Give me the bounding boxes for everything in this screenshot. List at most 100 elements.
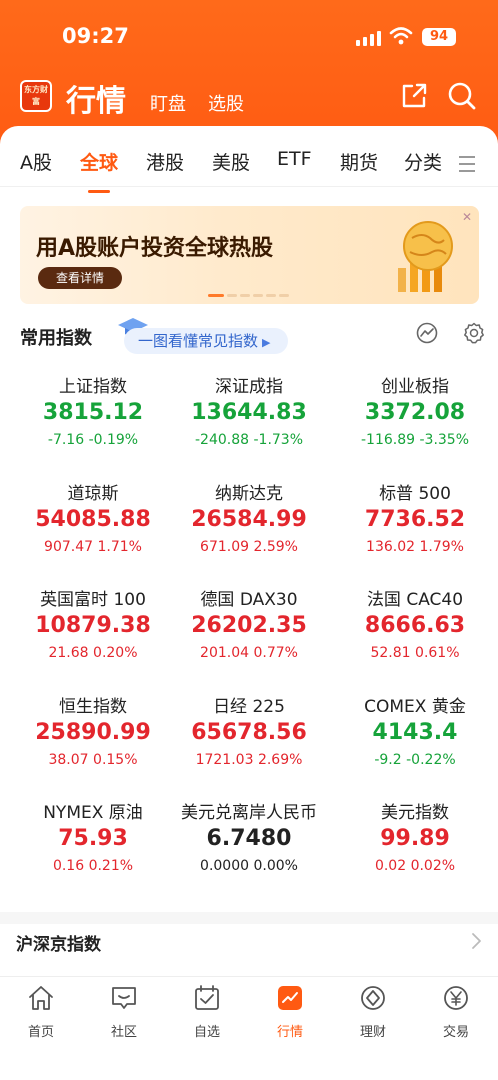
index-card[interactable]: 法国 CAC40 8666.63 52.81 0.61%	[332, 585, 498, 661]
menu-icon[interactable]	[459, 156, 475, 172]
main-panel: A股 全球 港股 美股 ETF 期货 分类 用A股账户投资全球热股 查看详情 ✕…	[0, 126, 498, 976]
tab-global[interactable]: 全球	[80, 148, 118, 175]
index-change-row: -116.89 -3.35%	[332, 432, 498, 448]
section-title-domestic-index[interactable]: 沪深京指数	[16, 930, 101, 955]
index-change-row: -240.88 -1.73%	[166, 432, 332, 448]
index-change-row: 0.02 0.02%	[332, 858, 498, 874]
index-card[interactable]: 创业板指 3372.08 -116.89 -3.35%	[332, 372, 498, 448]
nav-watchlist[interactable]: 自选	[177, 983, 237, 1040]
stock-picker-link[interactable]: 选股	[208, 90, 244, 116]
index-change: 38.07	[48, 751, 89, 768]
nav-trade-label: 交易	[442, 1025, 469, 1040]
index-change-row: 1721.03 2.69%	[166, 752, 332, 768]
bottom-nav: 首页 社区 自选 行情 理财 交易	[0, 976, 498, 1080]
index-change-pct: 0.21%	[88, 858, 134, 874]
index-name: 德国 DAX30	[200, 590, 298, 610]
trend-chart-icon[interactable]	[416, 322, 438, 344]
index-change-pct: 0.02%	[410, 858, 456, 874]
index-change: -7.16	[47, 432, 85, 448]
gear-icon[interactable]	[463, 322, 485, 344]
index-change: 1721.03	[195, 751, 254, 768]
nav-market-label: 行情	[276, 1025, 303, 1040]
index-card[interactable]: NYMEX 原油 75.93 0.16 0.21%	[10, 798, 176, 874]
index-change-pct: 2.69%	[257, 751, 303, 768]
index-change-pct: -0.19%	[88, 432, 139, 448]
index-price: 99.89	[380, 826, 450, 851]
index-card[interactable]: 深证成指 13644.83 -240.88 -1.73%	[166, 372, 332, 448]
globe-icon	[398, 221, 453, 292]
index-name: 上证指数	[59, 377, 127, 397]
market-icon	[278, 986, 302, 1010]
index-name: 标普 500	[379, 483, 451, 504]
nav-trade[interactable]: 交易	[426, 983, 486, 1040]
banner-title: 用A股账户投资全球热股	[36, 236, 274, 261]
status-bar: 09:27 94	[0, 22, 498, 52]
index-name: NYMEX 原油	[43, 803, 143, 823]
index-card[interactable]: 日经 225 65678.56 1721.03 2.69%	[166, 692, 332, 768]
index-price: 25890.99	[35, 719, 151, 745]
index-price: 8666.63	[364, 613, 466, 638]
nav-community[interactable]: 社区	[94, 983, 154, 1040]
nav-home-label: 首页	[27, 1025, 54, 1040]
status-time: 09:27	[62, 24, 129, 48]
tab-a-shares[interactable]: A股	[20, 148, 52, 175]
index-change: 0.02	[374, 858, 407, 874]
index-price: 13644.83	[191, 400, 307, 425]
tab-category[interactable]: 分类	[404, 148, 442, 175]
index-change-row: 38.07 0.15%	[10, 752, 176, 768]
wealth-icon	[361, 986, 385, 1010]
share-icon[interactable]	[398, 80, 430, 112]
watch-link[interactable]: 盯盘	[150, 90, 186, 116]
index-price: 65678.56	[191, 719, 307, 745]
index-change: 0.16	[52, 858, 85, 874]
index-card[interactable]: 恒生指数 25890.99 38.07 0.15%	[10, 692, 176, 768]
page-title: 行情	[66, 84, 126, 119]
index-change-pct: -0.22%	[406, 751, 456, 768]
index-price: 75.93	[58, 826, 128, 851]
battery-indicator: 94	[422, 28, 456, 46]
nav-wealth[interactable]: 理财	[343, 983, 403, 1040]
index-card[interactable]: 上证指数 3815.12 -7.16 -0.19%	[10, 372, 176, 448]
index-card[interactable]: 美元兑离岸人民币 6.7480 0.0000 0.00%	[166, 798, 332, 874]
chevron-right-icon[interactable]	[470, 932, 482, 950]
watchlist-icon	[195, 985, 219, 1010]
index-change: 907.47	[44, 538, 94, 555]
index-card[interactable]: 纳斯达克 26584.99 671.09 2.59%	[166, 479, 332, 555]
tab-hk[interactable]: 港股	[146, 148, 184, 175]
tab-etf[interactable]: ETF	[277, 148, 312, 170]
index-change-pct: 0.77%	[253, 645, 298, 661]
carousel-dots	[208, 294, 289, 297]
index-change: 0.0000	[200, 858, 250, 874]
index-guide-button[interactable]: 一图看懂常见指数 ▶	[124, 328, 289, 354]
index-change-pct: 1.71%	[97, 538, 142, 555]
tab-futures[interactable]: 期货	[340, 148, 378, 175]
index-name: 法国 CAC40	[366, 590, 464, 610]
index-guide-label: 一图看懂常见指数	[138, 332, 259, 350]
index-name: 日经 225	[213, 696, 285, 717]
index-change: 52.81	[370, 645, 411, 661]
index-name: 恒生指数	[59, 696, 127, 717]
banner-detail-button[interactable]: 查看详情	[38, 267, 122, 289]
index-card[interactable]: 美元指数 99.89 0.02 0.02%	[332, 798, 498, 874]
search-icon[interactable]	[446, 80, 478, 112]
promo-banner[interactable]: 用A股账户投资全球热股 查看详情 ✕	[20, 206, 479, 304]
close-icon[interactable]: ✕	[462, 210, 472, 224]
index-change: -240.88	[194, 432, 250, 448]
index-price: 54085.88	[35, 506, 151, 532]
index-name: 纳斯达克	[215, 483, 283, 504]
index-card[interactable]: COMEX 黄金 4143.4 -9.2 -0.22%	[332, 692, 498, 768]
index-name: COMEX 黄金	[364, 696, 466, 717]
index-change: 136.02	[366, 538, 416, 555]
tab-us[interactable]: 美股	[212, 148, 250, 175]
index-card[interactable]: 道琼斯 54085.88 907.47 1.71%	[10, 479, 176, 555]
index-change: 201.04	[200, 645, 250, 661]
index-card[interactable]: 标普 500 7736.52 136.02 1.79%	[332, 479, 498, 555]
nav-home[interactable]: 首页	[11, 983, 71, 1040]
nav-market[interactable]: 行情	[260, 983, 320, 1040]
index-change-row: -9.2 -0.22%	[332, 752, 498, 768]
index-card[interactable]: 德国 DAX30 26202.35 201.04 0.77%	[166, 585, 332, 661]
index-card[interactable]: 英国富时 100 10879.38 21.68 0.20%	[10, 585, 176, 661]
index-change: 671.09	[200, 538, 250, 555]
index-change: -116.89	[360, 432, 416, 448]
index-price: 26584.99	[191, 506, 307, 532]
